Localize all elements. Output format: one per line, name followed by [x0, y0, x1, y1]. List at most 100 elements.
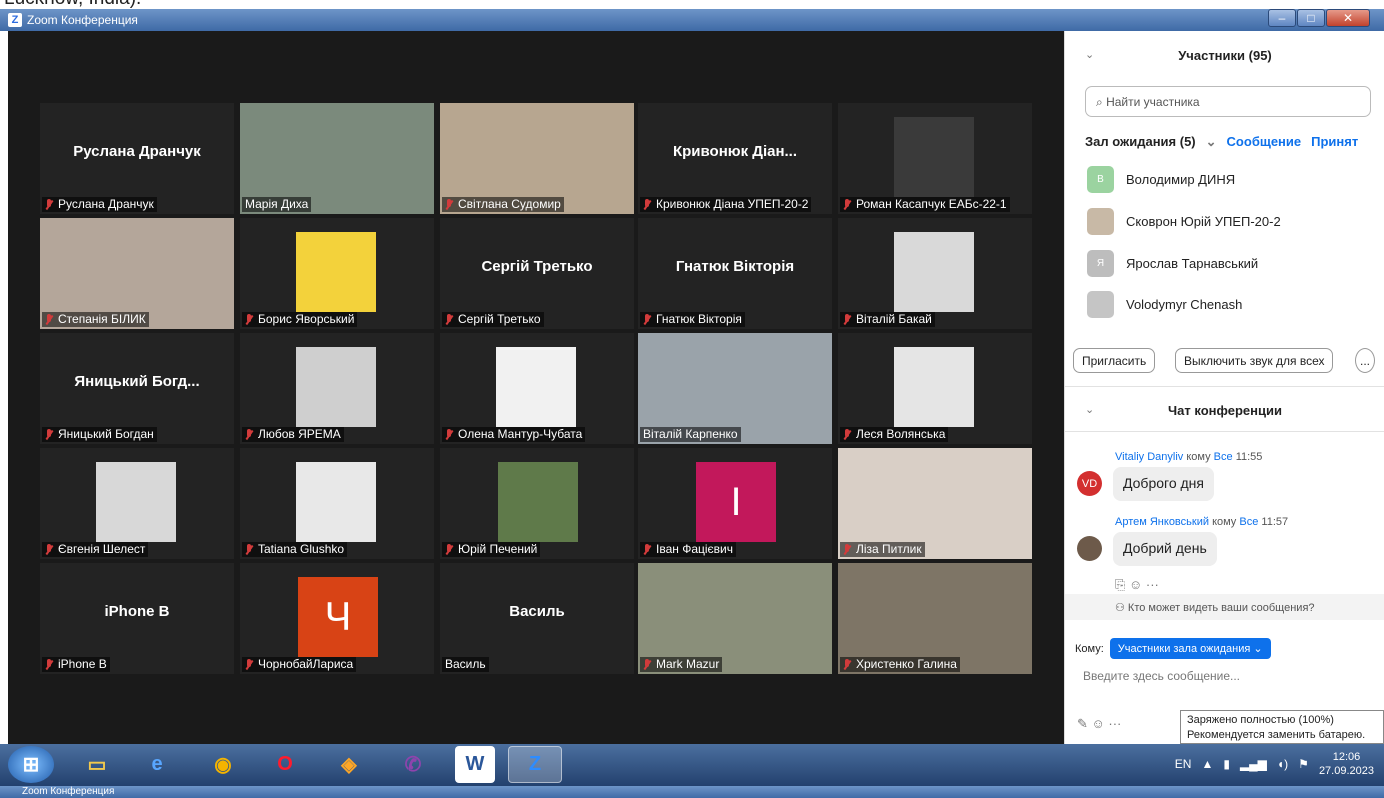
participant-tile[interactable]: Гнатюк Вікторія Гнатюк Вікторія: [638, 218, 832, 329]
minimize-button[interactable]: –: [1268, 9, 1296, 27]
participant-tile[interactable]: Христенко Галина: [838, 563, 1032, 674]
participant-name-label: Христенко Галина: [840, 657, 960, 672]
chat-message-input[interactable]: Введите здесь сообщение...: [1083, 669, 1240, 683]
message-button[interactable]: Сообщение: [1227, 134, 1302, 150]
clock[interactable]: 12:06 27.09.2023: [1319, 750, 1374, 778]
participant-tile[interactable]: Яницький Богд... Яницький Богдан: [40, 333, 234, 444]
participant-name-label: Роман Касапчук ЕАБс-22-1: [840, 197, 1010, 212]
participant-tile[interactable]: Марія Диха: [240, 103, 434, 214]
muted-mic-icon: [445, 199, 453, 210]
chat-message-meta: Артем Янковський кому Все 11:57: [1115, 516, 1289, 528]
participant-tile[interactable]: Борис Яворський: [240, 218, 434, 329]
participant-name-label: Ліза Питлик: [840, 542, 925, 557]
chat-message-bubble: Добрий день: [1113, 532, 1217, 566]
waiting-room-item[interactable]: Volodymyr Chenash: [1087, 291, 1242, 318]
participant-tile[interactable]: Євгенія Шелест: [40, 448, 234, 559]
battery-icon[interactable]: ▮: [1223, 757, 1230, 771]
participant-tile[interactable]: Віталій Бакай: [838, 218, 1032, 329]
participant-name-label: Марія Диха: [242, 197, 312, 212]
system-tray: EN ▲ ▮ ▂▄▆ ◖) ⚑ 12:06 27.09.2023: [1175, 750, 1374, 778]
participant-name-label: Борис Яворський: [242, 312, 358, 327]
muted-mic-icon: [445, 544, 453, 555]
accept-button[interactable]: Принят: [1311, 134, 1358, 150]
app-icon[interactable]: ◈: [322, 746, 376, 783]
participant-display-name: Сергій Третько: [481, 258, 593, 275]
chrome-icon[interactable]: ◉: [196, 746, 250, 783]
maximize-button[interactable]: □: [1297, 9, 1325, 27]
participant-search-input[interactable]: ⌕ Найти участника: [1085, 86, 1371, 117]
muted-mic-icon: [245, 544, 253, 555]
language-indicator[interactable]: EN: [1175, 757, 1192, 771]
waiting-room-item[interactable]: Сковрон Юрій УПЕП-20-2: [1087, 208, 1281, 235]
participant-name-label: Іван Фацієвич: [640, 542, 736, 557]
waiting-room-header: Зал ожидания (5) ⌄ Сообщение Принят: [1085, 134, 1359, 150]
muted-mic-icon: [45, 429, 53, 440]
invite-button[interactable]: Пригласить: [1073, 348, 1156, 373]
participant-display-name: Кривонюк Діан...: [672, 143, 798, 160]
participant-tile[interactable]: Віталій Карпенко: [638, 333, 832, 444]
participant-tile[interactable]: Mark Mazur: [638, 563, 832, 674]
zoom-taskbar-icon[interactable]: Z: [508, 746, 562, 783]
volume-icon[interactable]: ◖): [1277, 757, 1288, 771]
close-button[interactable]: ✕: [1326, 9, 1370, 27]
muted-mic-icon: [45, 314, 53, 325]
participant-avatar: [498, 462, 578, 542]
participant-photo: [894, 117, 974, 197]
muted-mic-icon: [245, 659, 253, 670]
participant-tile[interactable]: Світлана Судомир: [440, 103, 634, 214]
participant-tile[interactable]: Любов ЯРЕМА: [240, 333, 434, 444]
zoom-icon: Z: [8, 13, 22, 27]
mute-all-button[interactable]: Выключить звук для всех: [1175, 348, 1334, 373]
search-icon: ⌕: [1096, 95, 1103, 109]
privacy-note[interactable]: ⚇ Кто может видеть ваши сообщения?: [1065, 594, 1384, 620]
flag-icon[interactable]: ⚑: [1298, 757, 1309, 771]
participant-display-name: Яницький Богд...: [74, 373, 200, 390]
muted-mic-icon: [45, 659, 53, 670]
chat-message-bubble: Доброго дня: [1113, 467, 1214, 501]
participant-name-label: iPhone B: [42, 657, 110, 672]
muted-mic-icon: [843, 429, 851, 440]
participant-tile[interactable]: Кривонюк Діан... Кривонюк Діана УПЕП-20-2: [638, 103, 832, 214]
participant-tile[interactable]: Ч ЧорнобайЛариса: [240, 563, 434, 674]
participant-name-label: Гнатюк Вікторія: [640, 312, 745, 327]
waiting-room-item[interactable]: В Володимир ДИНЯ: [1087, 166, 1235, 193]
waiting-room-item[interactable]: Я Ярослав Тарнавський: [1087, 250, 1258, 277]
chevron-down-icon[interactable]: ⌄: [1206, 134, 1217, 150]
participant-tile[interactable]: Василь Василь: [440, 563, 634, 674]
participant-tile[interactable]: Роман Касапчук ЕАБс-22-1: [838, 103, 1032, 214]
start-icon[interactable]: ⊞: [8, 746, 54, 783]
format-icons[interactable]: ✎ ☺ ···: [1077, 716, 1121, 732]
word-icon[interactable]: W: [455, 746, 495, 783]
participant-name-label: Олена Мантур-Чубата: [442, 427, 586, 442]
participant-tile[interactable]: iPhone B iPhone B: [40, 563, 234, 674]
reaction-icons[interactable]: ⎘ ☺ ···: [1115, 577, 1159, 593]
participant-tile[interactable]: Юрій Печений: [440, 448, 634, 559]
chat-title: Чат конференции: [1168, 403, 1282, 418]
avatar: [1087, 208, 1114, 235]
signal-icon[interactable]: ▂▄▆: [1240, 757, 1267, 771]
recipient-select[interactable]: Участники зала ожидания ⌄: [1109, 638, 1271, 659]
participant-tile[interactable]: Олена Мантур-Чубата: [440, 333, 634, 444]
internet-explorer-icon[interactable]: e: [130, 746, 184, 783]
opera-icon[interactable]: O: [258, 746, 312, 783]
participant-tile[interactable]: Леся Волянська: [838, 333, 1032, 444]
participant-tile[interactable]: Сергій Третько Сергій Третько: [440, 218, 634, 329]
muted-mic-icon: [643, 314, 651, 325]
participant-tile[interactable]: I Іван Фацієвич: [638, 448, 832, 559]
participant-photo: [296, 462, 376, 542]
participant-tile[interactable]: Tatiana Glushko: [240, 448, 434, 559]
more-button[interactable]: ...: [1355, 348, 1376, 373]
participant-photo: [96, 462, 176, 542]
viber-icon[interactable]: ✆: [386, 746, 440, 783]
participant-name-label: Руслана Дранчук: [42, 197, 157, 212]
muted-mic-icon: [643, 659, 651, 670]
video-gallery: Руслана Дранчук Руслана Дранчук Марія Диха…: [8, 31, 1064, 744]
participant-name-label: Світлана Судомир: [442, 197, 564, 212]
participant-avatar: I: [696, 462, 776, 542]
participant-tile[interactable]: Ліза Питлик: [838, 448, 1032, 559]
folder-icon[interactable]: ▭: [70, 746, 124, 783]
participant-name-label: Яницький Богдан: [42, 427, 157, 442]
show-hidden-icons-icon[interactable]: ▲: [1201, 757, 1213, 771]
participant-tile[interactable]: Степанія БІЛИК: [40, 218, 234, 329]
participant-tile[interactable]: Руслана Дранчук Руслана Дранчук: [40, 103, 234, 214]
